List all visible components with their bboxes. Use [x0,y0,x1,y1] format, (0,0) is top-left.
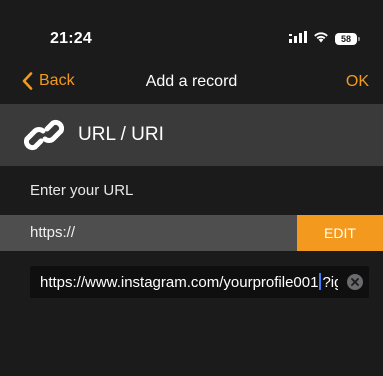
wifi-icon [313,30,329,48]
link-icon [23,116,65,159]
url-prefix-row: https:// EDIT [0,215,383,251]
url-input-text[interactable]: https://www.instagram.com/yourprofile001… [40,273,338,291]
url-value-before-caret: https://www.instagram.com/yourprofile001 [40,274,319,291]
status-icons: 58 [289,30,360,48]
status-time: 21:24 [50,30,92,47]
url-input[interactable]: https://www.instagram.com/yourprofile001… [30,266,369,298]
cellular-signal-icon [289,30,307,48]
record-type-label: URL / URI [78,124,164,145]
edit-button[interactable]: EDIT [297,215,383,251]
battery-icon: 58 [335,33,360,45]
navigation-bar: Back Add a record OK [0,64,383,104]
url-prompt-label: Enter your URL [30,182,134,199]
ok-button[interactable]: OK [346,73,369,91]
status-bar: 21:24 58 [0,0,383,64]
record-type-header: URL / URI [0,104,383,166]
close-icon [351,278,359,286]
screen: 21:24 58 Back Add a record OK URL / URI … [0,0,383,376]
url-prefix: https:// [30,224,76,241]
clear-input-button[interactable] [347,274,363,290]
url-value-after-caret: ?igsh [322,274,338,291]
page-title: Add a record [145,73,238,90]
